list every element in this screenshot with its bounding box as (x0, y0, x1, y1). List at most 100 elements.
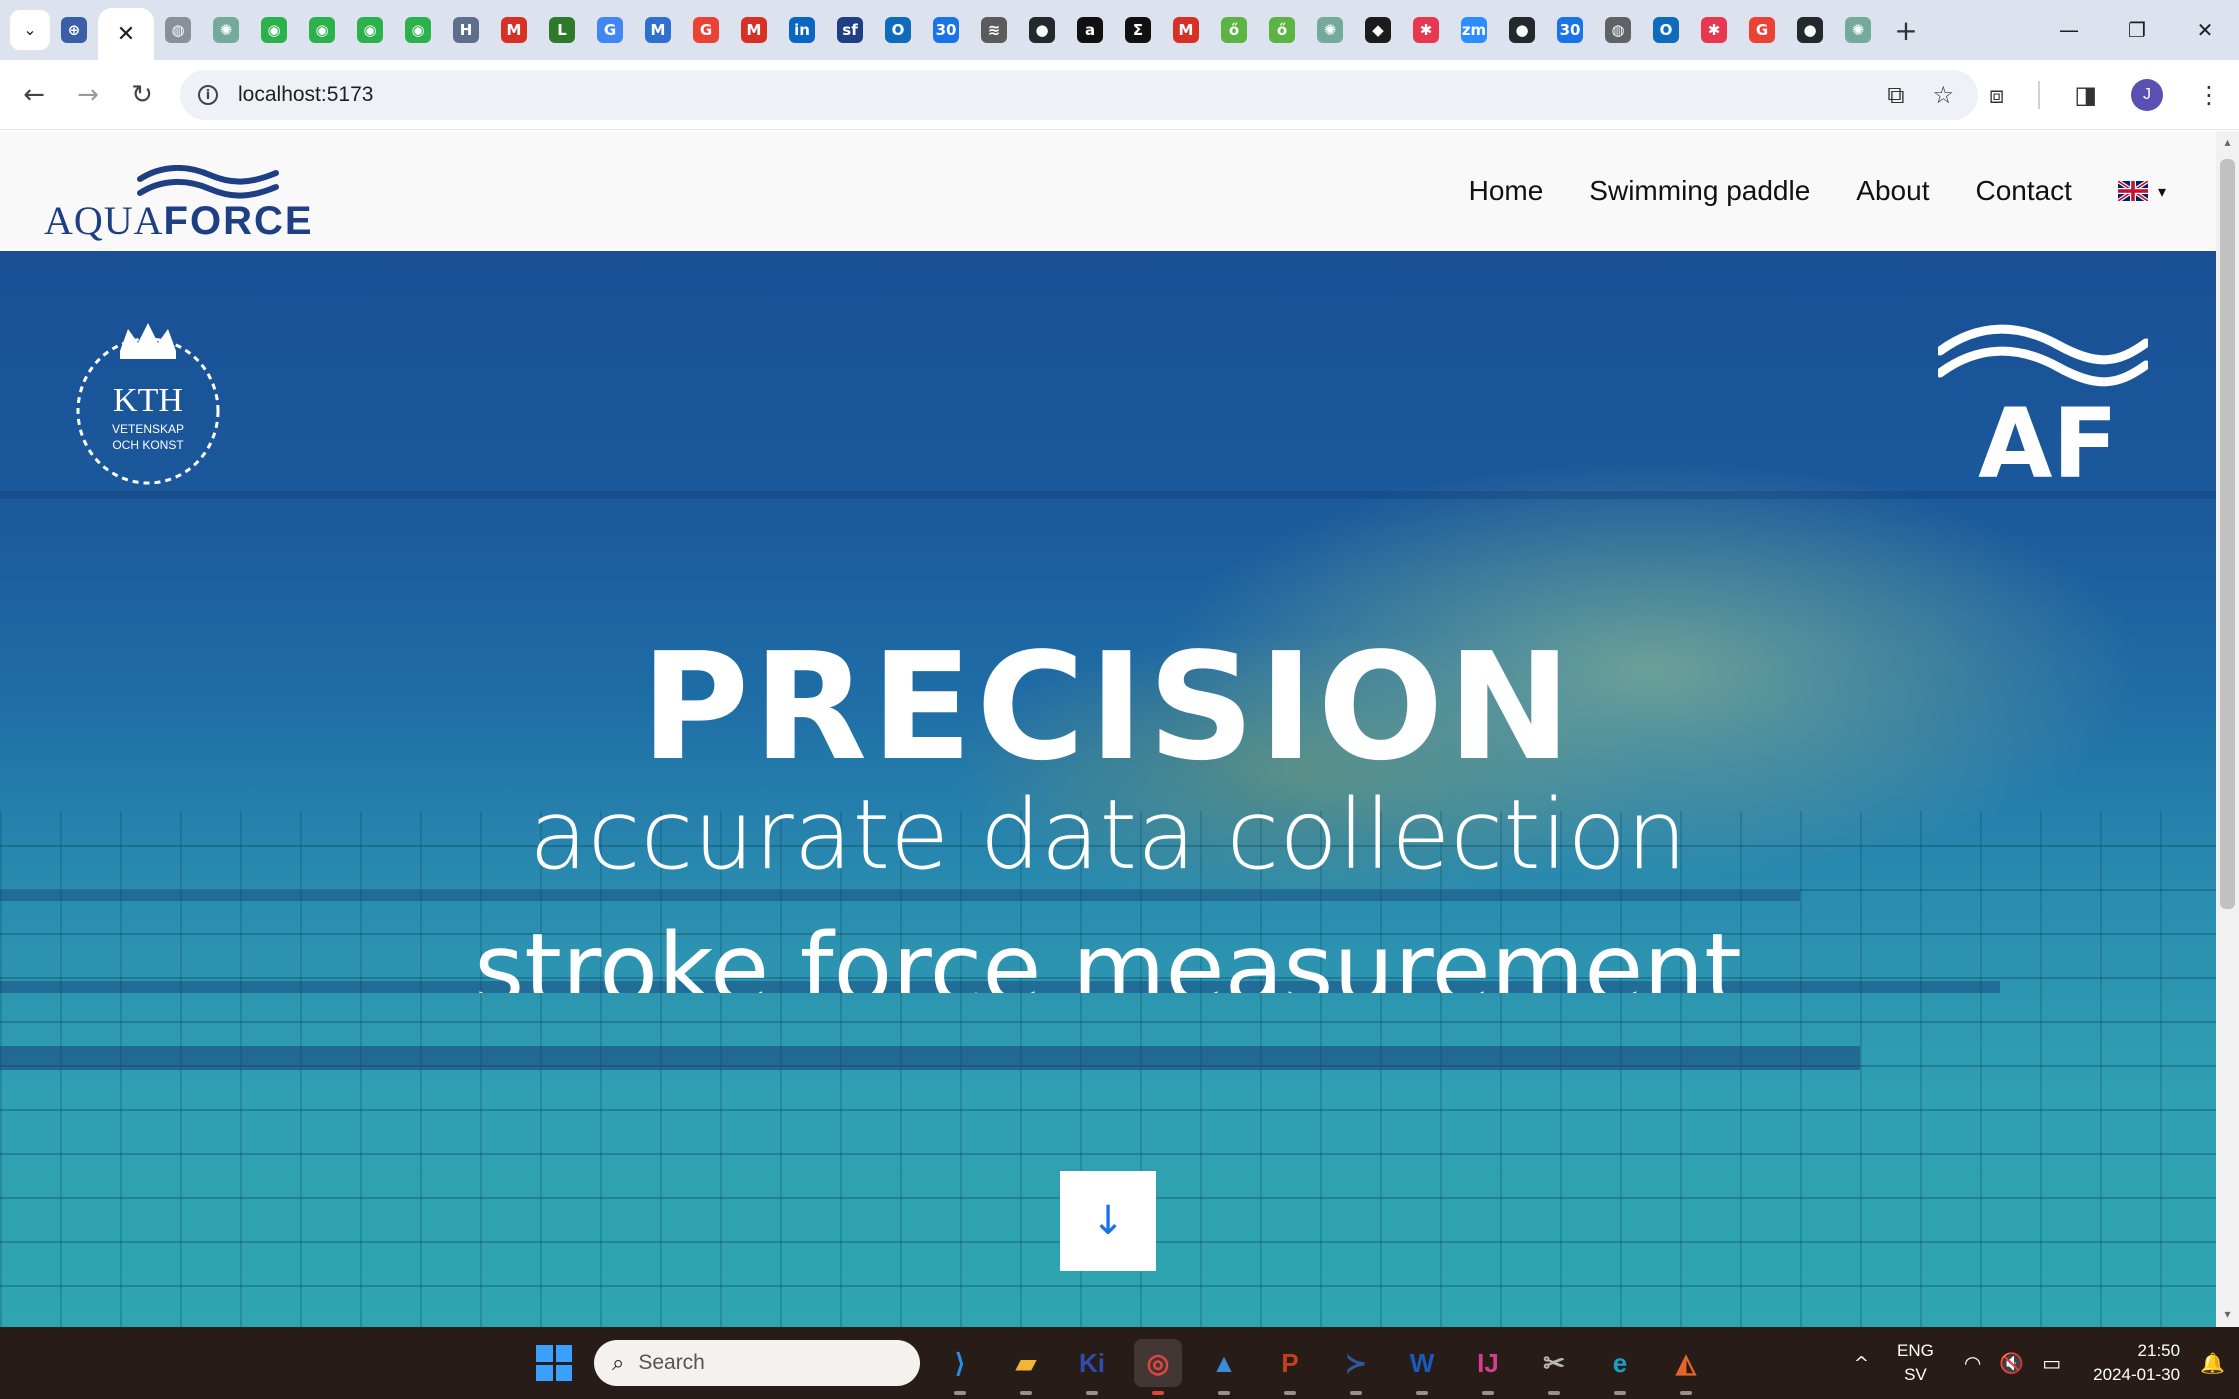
browser-tab[interactable]: G (586, 0, 634, 60)
browser-tab[interactable]: Σ (1114, 0, 1162, 60)
extensions-icon[interactable]: ⧈ (1989, 81, 2004, 109)
browser-tab[interactable]: ● (1498, 0, 1546, 60)
browser-tab[interactable]: ⊕ (50, 0, 98, 60)
taskbar-app[interactable]: IJ (1464, 1339, 1512, 1395)
browser-tab[interactable]: ◉ (346, 0, 394, 60)
taskbar-app[interactable]: e (1596, 1339, 1644, 1395)
browser-tab[interactable]: 30 (1546, 0, 1594, 60)
kahoot-green-icon: ◉ (309, 17, 335, 43)
browser-tab[interactable]: ◍ (154, 0, 202, 60)
kicad-icon: Ki (1079, 1347, 1105, 1378)
browser-tab[interactable]: 30 (922, 0, 970, 60)
clock[interactable]: 21:50 2024-01-30 (2093, 1339, 2180, 1387)
browser-tab[interactable]: a (1066, 0, 1114, 60)
kebab-menu-icon[interactable]: ⋮ (2197, 81, 2221, 109)
linkedin-icon: in (789, 17, 815, 43)
tab-list: ⊕ ✕ ◍ ✺ ◉ ◉ ◉ ◉ H M L G M G Min sf O 30 ≋ ● a Σ Mő ő ✺ ◆ ✱ zm ● 30 ◍ O ✱… (50, 0, 1882, 60)
cube-icon: ◆ (1365, 17, 1391, 43)
browser-tab[interactable]: ● (1786, 0, 1834, 60)
browser-tab[interactable]: ◉ (394, 0, 442, 60)
scrollbar-thumb[interactable] (2220, 159, 2235, 909)
browser-tab[interactable]: M (490, 0, 538, 60)
browser-tab[interactable]: G (1738, 0, 1786, 60)
taskbar-app[interactable]: ◎ (1134, 1339, 1182, 1395)
browser-tab[interactable]: L (538, 0, 586, 60)
taskbar-app[interactable]: ▰ (1002, 1339, 1050, 1395)
restore-button[interactable]: ❐ (2103, 0, 2171, 60)
volume-muted-icon[interactable]: 🔇 (1999, 1351, 2024, 1375)
wifi-icon[interactable]: ◠ (1964, 1351, 1981, 1375)
bookmark-star-icon[interactable]: ☆ (1932, 81, 1954, 109)
close-window-button[interactable]: ✕ (2171, 0, 2239, 60)
scroll-up-arrow-icon[interactable]: ▴ (2220, 135, 2235, 151)
browser-tab[interactable]: G (682, 0, 730, 60)
tab-active[interactable]: ✕ (98, 8, 154, 60)
side-panel-icon[interactable]: ◨ (2074, 81, 2097, 109)
new-tab-button[interactable]: + (1882, 0, 1930, 60)
language-selector[interactable]: ▾ (2117, 181, 2166, 201)
browser-tab[interactable]: ő (1258, 0, 1306, 60)
address-bar[interactable]: i localhost:5173 ⧉ ☆ (180, 70, 1978, 120)
scroll-down-button[interactable]: ↓ (1060, 1171, 1156, 1271)
taskbar-app[interactable]: Ki (1068, 1339, 1116, 1395)
taskbar-app[interactable]: ◭ (1662, 1339, 1710, 1395)
tray-overflow-icon[interactable]: ^ (1854, 1353, 1869, 1374)
browser-tab[interactable]: zm (1450, 0, 1498, 60)
taskbar-app[interactable]: ▲ (1200, 1339, 1248, 1395)
battery-icon[interactable]: ▭ (2042, 1351, 2061, 1375)
nav-swimming-paddle[interactable]: Swimming paddle (1589, 175, 1810, 207)
reload-button[interactable]: ↻ (118, 71, 166, 119)
url-text[interactable]: localhost:5173 (238, 83, 373, 107)
aquaforce-logo[interactable]: AQUAFORCE (44, 165, 344, 245)
lane-line (0, 1046, 1860, 1070)
taskbar-search[interactable]: ⌕ Search (594, 1340, 920, 1386)
browser-tab[interactable]: ✱ (1402, 0, 1450, 60)
close-icon[interactable]: ✕ (117, 22, 135, 47)
browser-tab[interactable]: ő (1210, 0, 1258, 60)
browser-tab[interactable]: ◉ (250, 0, 298, 60)
input-language[interactable]: ENG SV (1897, 1339, 1934, 1387)
back-button[interactable]: ← (10, 71, 58, 119)
scroll-down-arrow-icon[interactable]: ▾ (2220, 1307, 2235, 1323)
browser-tab[interactable]: ✺ (202, 0, 250, 60)
browser-tab[interactable]: H (442, 0, 490, 60)
profile-avatar[interactable]: J (2131, 79, 2163, 111)
browser-tab[interactable]: O (874, 0, 922, 60)
taskbar-app[interactable]: ✂ (1530, 1339, 1578, 1395)
taskbar-app[interactable]: ⟩ (936, 1339, 984, 1395)
github-icon: ● (1029, 17, 1055, 43)
browser-tab[interactable]: ≋ (970, 0, 1018, 60)
notification-bell-icon[interactable]: 🔔 (2200, 1351, 2225, 1375)
hyundai-icon: H (453, 17, 479, 43)
browser-tab[interactable]: M (634, 0, 682, 60)
forward-arrow-icon: → (77, 79, 99, 110)
page-scrollbar[interactable]: ▴ ▾ (2216, 131, 2239, 1327)
browser-tab[interactable]: ✱ (1690, 0, 1738, 60)
minimize-button[interactable]: — (2035, 0, 2103, 60)
site-info-icon[interactable]: i (198, 85, 218, 105)
browser-tab[interactable]: ◍ (1594, 0, 1642, 60)
browser-tab[interactable]: ✺ (1306, 0, 1354, 60)
taskbar-app[interactable]: P (1266, 1339, 1314, 1395)
browser-tab[interactable]: in (778, 0, 826, 60)
taskbar-app[interactable]: ≻ (1332, 1339, 1380, 1395)
browser-tab[interactable]: sf (826, 0, 874, 60)
translate-icon[interactable]: ⧉ (1887, 81, 1904, 109)
asana-icon: ✱ (1701, 17, 1727, 43)
browser-tab[interactable]: M (730, 0, 778, 60)
forward-button[interactable]: → (64, 71, 112, 119)
nav-home[interactable]: Home (1469, 175, 1544, 207)
start-button[interactable] (536, 1345, 572, 1381)
browser-tab[interactable]: ● (1018, 0, 1066, 60)
browser-tab[interactable]: O (1642, 0, 1690, 60)
browser-tab[interactable]: ◆ (1354, 0, 1402, 60)
nav-about[interactable]: About (1856, 175, 1929, 207)
chatgpt-icon: ✺ (1317, 17, 1343, 43)
browser-tab[interactable]: ✺ (1834, 0, 1882, 60)
hero-title: PRECISION (640, 621, 1576, 793)
nav-contact[interactable]: Contact (1975, 175, 2072, 207)
tab-search-button[interactable]: ⌄ (10, 10, 50, 50)
taskbar-app[interactable]: W (1398, 1339, 1446, 1395)
browser-tab[interactable]: M (1162, 0, 1210, 60)
browser-tab[interactable]: ◉ (298, 0, 346, 60)
